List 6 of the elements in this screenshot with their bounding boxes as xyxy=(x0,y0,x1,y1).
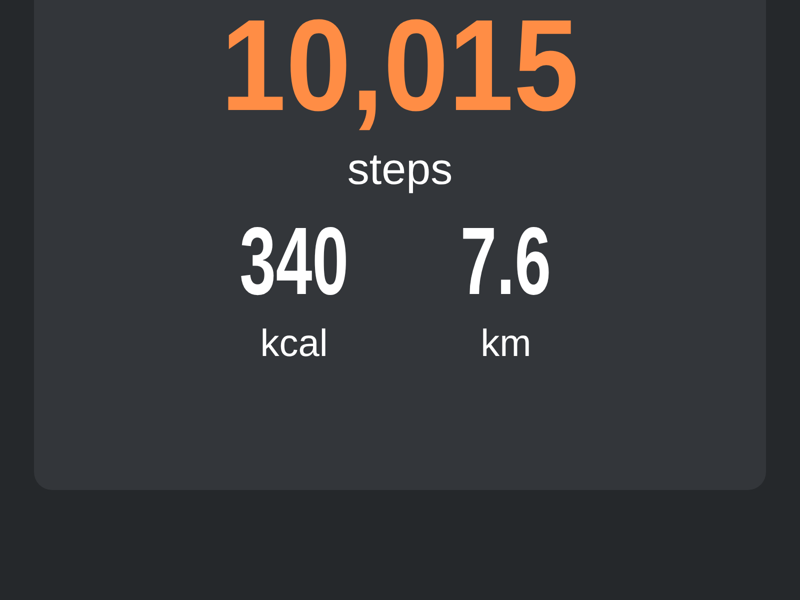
stat-unit: km xyxy=(480,325,532,363)
stat-value: 7.6 xyxy=(460,214,552,310)
steps-label: steps xyxy=(347,148,453,192)
stat-value: 340 xyxy=(240,214,348,310)
stat-unit: kcal xyxy=(260,325,328,363)
step-count: 10,015 xyxy=(221,0,579,130)
